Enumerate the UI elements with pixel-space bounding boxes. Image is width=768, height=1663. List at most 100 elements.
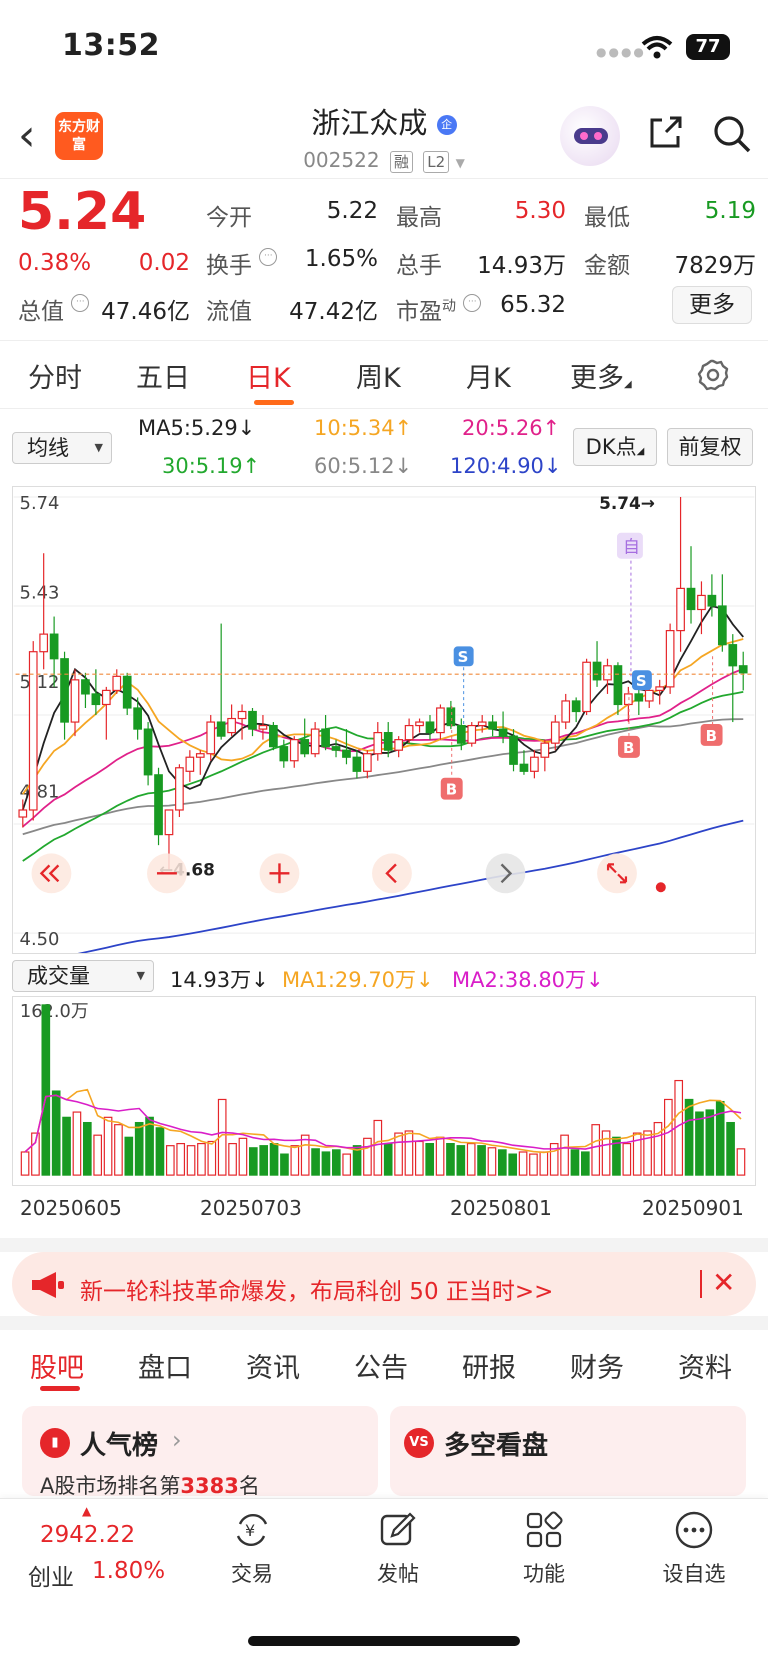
volume-bar [238, 1137, 248, 1176]
indicator-select[interactable]: 均线 ▼ [12, 432, 112, 464]
popularity-title[interactable]: 人气榜 [80, 1425, 158, 1462]
zoom-in-icon[interactable] [259, 853, 300, 894]
volume-bar [228, 1142, 237, 1176]
sell-mark-text: S [458, 648, 469, 666]
nav-watchlist[interactable]: 设自选 [644, 1558, 744, 1588]
date-label: 20250703 [200, 1196, 302, 1220]
tab-intraday[interactable]: 分时 [28, 356, 82, 395]
ma-line-10 [22, 638, 744, 795]
gear-icon[interactable] [696, 358, 730, 392]
more-icon[interactable] [674, 1510, 714, 1550]
amount-label: 金额 [584, 253, 630, 279]
candle [248, 710, 257, 730]
volume-bar [684, 1098, 694, 1176]
dk-point-button[interactable]: DK点◢ [573, 428, 657, 466]
share-icon[interactable] [648, 114, 684, 150]
volume-bar [477, 1145, 486, 1176]
trade-icon[interactable]: ¥ [232, 1510, 272, 1550]
candle [237, 710, 247, 720]
volume-max-label: 162.0万 [20, 1001, 89, 1022]
double-left-icon[interactable] [31, 853, 72, 894]
ai-assistant-icon[interactable] [560, 106, 620, 166]
candle [665, 630, 675, 688]
volume-bar [20, 1151, 30, 1176]
sell-marker: S [631, 670, 652, 690]
candle [164, 809, 174, 836]
candle [279, 746, 289, 762]
turnover-label[interactable]: 换手 ··· [206, 246, 278, 280]
candle [467, 724, 477, 744]
stock-code-row[interactable]: 002522 融 L2 ▼ [0, 148, 768, 173]
volume-bar [51, 1090, 61, 1176]
zoom-out-icon[interactable] [147, 853, 187, 894]
volume-value: 14.93万 [477, 253, 566, 279]
tab-financials[interactable]: 财务 [570, 1346, 624, 1385]
bull-bear-title[interactable]: 多空看盘 [444, 1425, 548, 1462]
index-value[interactable]: 2942.22 [40, 1522, 135, 1548]
tab-research[interactable]: 研报 [462, 1346, 516, 1385]
apps-icon[interactable] [524, 1510, 564, 1550]
y-tick-label: 4.50 [20, 929, 60, 950]
nav-functions[interactable]: 功能 [494, 1558, 594, 1588]
candle [28, 651, 38, 811]
tab-monthly-k[interactable]: 月K [466, 356, 511, 395]
candle [310, 728, 320, 755]
nav-post[interactable]: 发帖 [348, 1558, 448, 1588]
volume-bar [176, 1142, 186, 1176]
fullscreen-icon[interactable] [597, 853, 637, 894]
tab-forum[interactable]: 股吧 [30, 1346, 84, 1385]
candle [133, 707, 142, 730]
info-icon[interactable]: ··· [259, 248, 278, 266]
tab-five-day[interactable]: 五日 [136, 356, 190, 395]
volume-chart[interactable]: 162.0万 [12, 996, 756, 1186]
pe-label-text: 市盈 [396, 299, 442, 325]
volume-bar [404, 1130, 414, 1176]
volume-bar [114, 1124, 123, 1176]
close-icon[interactable]: ✕ [712, 1266, 735, 1299]
info-icon[interactable]: ··· [71, 294, 90, 312]
index-name[interactable]: 创业 [28, 1558, 74, 1592]
level2-tag: L2 [423, 151, 450, 173]
candle [446, 707, 456, 727]
compose-icon[interactable] [378, 1510, 418, 1550]
volume-bar [331, 1149, 341, 1176]
candle [477, 721, 487, 727]
candle [81, 679, 90, 695]
nav-trade[interactable]: 交易 [202, 1558, 302, 1588]
dk-point-label: DK点 [585, 435, 637, 459]
ma60-label: 60:5.12↓ [314, 454, 413, 478]
info-icon[interactable]: ··· [463, 294, 482, 312]
volume-bar [62, 1116, 71, 1176]
market-cap-label[interactable]: 总值 ··· [18, 292, 90, 326]
tab-profile[interactable]: 资料 [678, 1346, 732, 1385]
banner-text[interactable]: 新一轮科技革命爆发，布局科创 50 正当时>> [80, 1272, 553, 1306]
volume-select-label: 成交量 [27, 964, 90, 988]
volume-bar [581, 1151, 590, 1176]
tab-daily-k[interactable]: 日K [246, 356, 291, 395]
candle [561, 700, 571, 723]
tab-announcements[interactable]: 公告 [354, 1346, 408, 1385]
volume-bar [705, 1109, 715, 1176]
tab-more[interactable]: 更多◢ [570, 356, 632, 395]
candle [582, 661, 591, 713]
tab-orderbook[interactable]: 盘口 [138, 1346, 192, 1385]
more-button[interactable]: 更多 [672, 286, 752, 324]
next-icon[interactable] [485, 853, 526, 894]
tab-news[interactable]: 资讯 [246, 1346, 300, 1385]
prev-icon[interactable] [372, 853, 412, 894]
tab-weekly-k[interactable]: 周K [356, 356, 401, 395]
search-icon[interactable] [712, 114, 752, 154]
volume-bar [560, 1134, 569, 1176]
candle [415, 721, 424, 727]
chevron-right-icon[interactable]: › [172, 1426, 182, 1454]
candle [624, 693, 633, 706]
volume-indicator-select[interactable]: 成交量 ▼ [12, 960, 154, 992]
pe-label[interactable]: 市盈动 ··· [396, 292, 482, 326]
tab-more-label: 更多 [570, 363, 624, 394]
volume-bar [207, 1140, 217, 1176]
adjust-button[interactable]: 前复权 [667, 428, 753, 466]
candle [655, 686, 665, 691]
kline-chart[interactable]: 5.74 5.43 5.12 4.81 4.50 5.74→ ←4.68 自 S… [12, 486, 756, 954]
self-select-marker: 自 [617, 532, 643, 677]
volume-bar [373, 1119, 383, 1176]
